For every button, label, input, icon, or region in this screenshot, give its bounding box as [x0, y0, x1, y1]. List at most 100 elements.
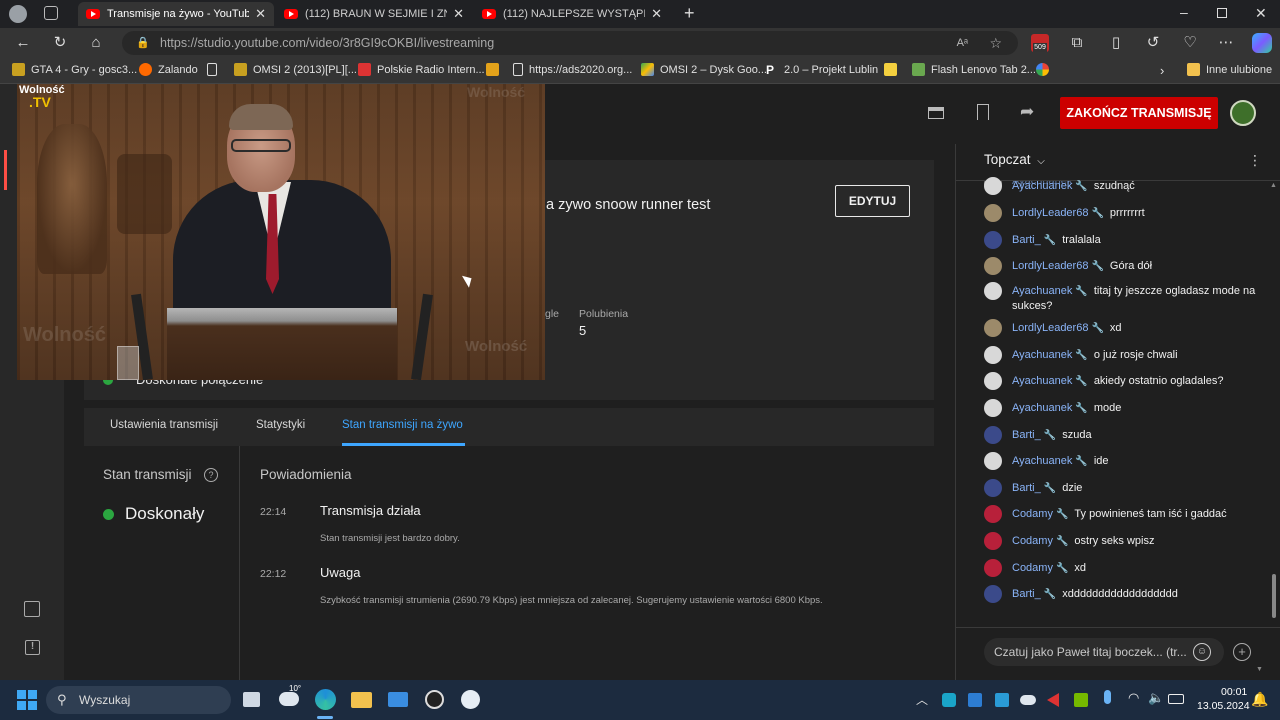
channel-avatar[interactable]	[1230, 100, 1256, 126]
user-avatar[interactable]	[984, 399, 1002, 417]
show-hidden-icons[interactable]: ︿	[916, 691, 928, 708]
tab-live-status[interactable]: Stan transmisji na żywo	[342, 419, 463, 431]
emoji-icon[interactable]: ☺	[1193, 643, 1211, 661]
extensions-icon[interactable]: ⧉	[1066, 33, 1088, 53]
new-tab-button[interactable]: +	[684, 3, 695, 24]
user-avatar[interactable]	[984, 505, 1002, 523]
maximize-button[interactable]	[1217, 8, 1227, 18]
user-avatar[interactable]	[984, 346, 1002, 364]
profile-avatar[interactable]	[9, 5, 27, 23]
add-icon[interactable]: +	[1233, 643, 1251, 661]
wifi-icon[interactable]: ◠	[1128, 690, 1139, 706]
microphone-icon[interactable]	[1104, 690, 1111, 704]
user-avatar[interactable]	[984, 257, 1002, 275]
picture-in-picture-video[interactable]: Wolność .TV Wolność Wolność Wolność	[17, 84, 545, 380]
chat-scrollbar[interactable]	[1272, 574, 1276, 618]
user-avatar[interactable]	[984, 282, 1002, 300]
bookmarks-overflow-chevron-icon[interactable]: ›	[1160, 63, 1164, 78]
workspaces-icon[interactable]	[44, 6, 58, 20]
chat-author-name[interactable]: LordlyLeader68	[1012, 322, 1088, 334]
tab-studio[interactable]: Transmisje na żywo - YouTube Studio ✕	[78, 2, 274, 26]
bookmark-page[interactable]	[207, 63, 223, 76]
obs-icon[interactable]	[425, 690, 444, 709]
chat-author-name[interactable]: Ayachuanek	[1012, 402, 1072, 414]
scroll-up-icon[interactable]: ▲	[1270, 182, 1277, 189]
chat-author-name[interactable]: Barti_	[1012, 588, 1041, 600]
notification-bell-icon[interactable]: 🔔	[1251, 691, 1268, 708]
chat-author-name[interactable]: Codamy	[1012, 508, 1053, 520]
external-link-icon[interactable]	[24, 601, 40, 617]
tray-icon[interactable]	[995, 693, 1009, 707]
user-avatar[interactable]	[984, 479, 1002, 497]
close-window-button[interactable]: ✕	[1255, 5, 1267, 22]
bookmark-flash-lenovo[interactable]: Flash Lenovo Tab 2...	[912, 63, 1036, 76]
more-menu-icon[interactable]: ⋯	[1215, 33, 1237, 53]
user-avatar[interactable]	[984, 319, 1002, 337]
user-avatar[interactable]	[984, 585, 1002, 603]
browser-essentials-icon[interactable]: ♡	[1179, 33, 1201, 53]
nvidia-icon[interactable]	[1074, 693, 1088, 707]
bookmark-polskie-radio[interactable]: Polskie Radio Intern...	[358, 63, 485, 76]
bookmark-omsi-drive[interactable]: OMSI 2 – Dysk Goo...	[641, 63, 767, 76]
tab-braun[interactable]: (112) BRAUN W SEJMIE I ZNOWU ✕	[276, 2, 472, 26]
favorite-star-icon[interactable]: ☆	[989, 31, 1002, 55]
user-avatar[interactable]	[984, 452, 1002, 470]
chat-author-name[interactable]: Ayachuanek	[1012, 455, 1072, 467]
user-avatar[interactable]	[984, 532, 1002, 550]
mail-icon[interactable]	[388, 692, 408, 707]
chat-input[interactable]: Czatuj jako Paweł titaj boczek... (tr...	[984, 638, 1224, 666]
chat-mode-selector[interactable]: Topczat ⌵	[984, 152, 1045, 167]
chat-author-name[interactable]: Codamy	[1012, 562, 1053, 574]
bookmark-omsi2[interactable]: OMSI 2 (2013)[PL][...	[234, 63, 357, 76]
home-button[interactable]: ⌂	[85, 33, 107, 53]
tab-najlepsze[interactable]: (112) NAJLEPSZE WYSTĄPIENIA ✕	[474, 2, 670, 26]
close-tab-icon[interactable]: ✕	[255, 6, 266, 22]
bookmark-gta4[interactable]: GTA 4 - Gry - gosc3...	[12, 63, 137, 76]
tray-icon[interactable]	[1047, 693, 1059, 707]
back-button[interactable]: ←	[12, 33, 34, 53]
address-input[interactable]: 🔒 https://studio.youtube.com/video/3r8GI…	[122, 31, 1018, 55]
steam-icon[interactable]	[461, 690, 480, 709]
windows-start-icon[interactable]	[17, 690, 37, 710]
bookmark-google[interactable]	[1036, 63, 1055, 76]
bookmark-zalando[interactable]: Zalando	[139, 63, 198, 76]
user-avatar[interactable]	[984, 559, 1002, 577]
tray-icon[interactable]	[968, 693, 982, 707]
chat-author-name[interactable]: Ayachuanek	[1012, 285, 1072, 297]
chat-more-icon[interactable]: ⋮	[1248, 152, 1262, 169]
split-screen-icon[interactable]: ▯	[1105, 33, 1127, 53]
edge-icon[interactable]	[315, 689, 336, 710]
tray-icon[interactable]	[942, 693, 956, 707]
chat-author-name[interactable]: LordlyLeader68	[1012, 260, 1088, 272]
bookmark-yellow[interactable]	[884, 63, 903, 76]
tab-statistics[interactable]: Statystyki	[256, 419, 305, 431]
end-stream-button[interactable]: ZAKOŃCZ TRANSMISJĘ	[1060, 97, 1218, 129]
scroll-down-icon[interactable]: ▼	[1256, 666, 1263, 673]
copilot-icon[interactable]	[1252, 33, 1272, 53]
chat-author-name[interactable]: Codamy	[1012, 535, 1053, 547]
minimize-button[interactable]: –	[1180, 4, 1188, 20]
bookmark-shortcut[interactable]	[486, 63, 505, 76]
volume-icon[interactable]: 🔈	[1148, 690, 1164, 706]
feedback-icon[interactable]: !	[25, 640, 40, 655]
chat-author-name[interactable]: LordlyLeader68	[1012, 207, 1088, 219]
user-avatar[interactable]	[984, 426, 1002, 444]
other-favorites-folder[interactable]: Inne ulubione	[1187, 63, 1272, 76]
share-icon[interactable]: ➦	[1020, 102, 1034, 122]
weather-icon[interactable]	[279, 692, 299, 706]
file-explorer-icon[interactable]	[351, 692, 372, 708]
help-icon[interactable]: ?	[204, 468, 218, 482]
chat-author-name[interactable]: Barti_	[1012, 234, 1041, 246]
taskbar-search[interactable]: ⚲ Wyszukaj	[46, 686, 231, 714]
user-avatar[interactable]	[984, 204, 1002, 222]
reload-button[interactable]: ↻	[49, 33, 71, 53]
onedrive-icon[interactable]	[1020, 695, 1036, 705]
close-tab-icon[interactable]: ✕	[651, 6, 662, 22]
edit-button[interactable]: EDYTUJ	[835, 185, 910, 217]
user-avatar[interactable]	[984, 231, 1002, 249]
chat-author-name[interactable]: Barti_	[1012, 482, 1041, 494]
chat-author-name[interactable]: Barti_	[1012, 429, 1041, 441]
extension-badge[interactable]: 509	[1031, 34, 1049, 52]
task-view-icon[interactable]	[243, 692, 260, 707]
chat-author-name[interactable]: Ayachuanek	[1012, 349, 1072, 361]
